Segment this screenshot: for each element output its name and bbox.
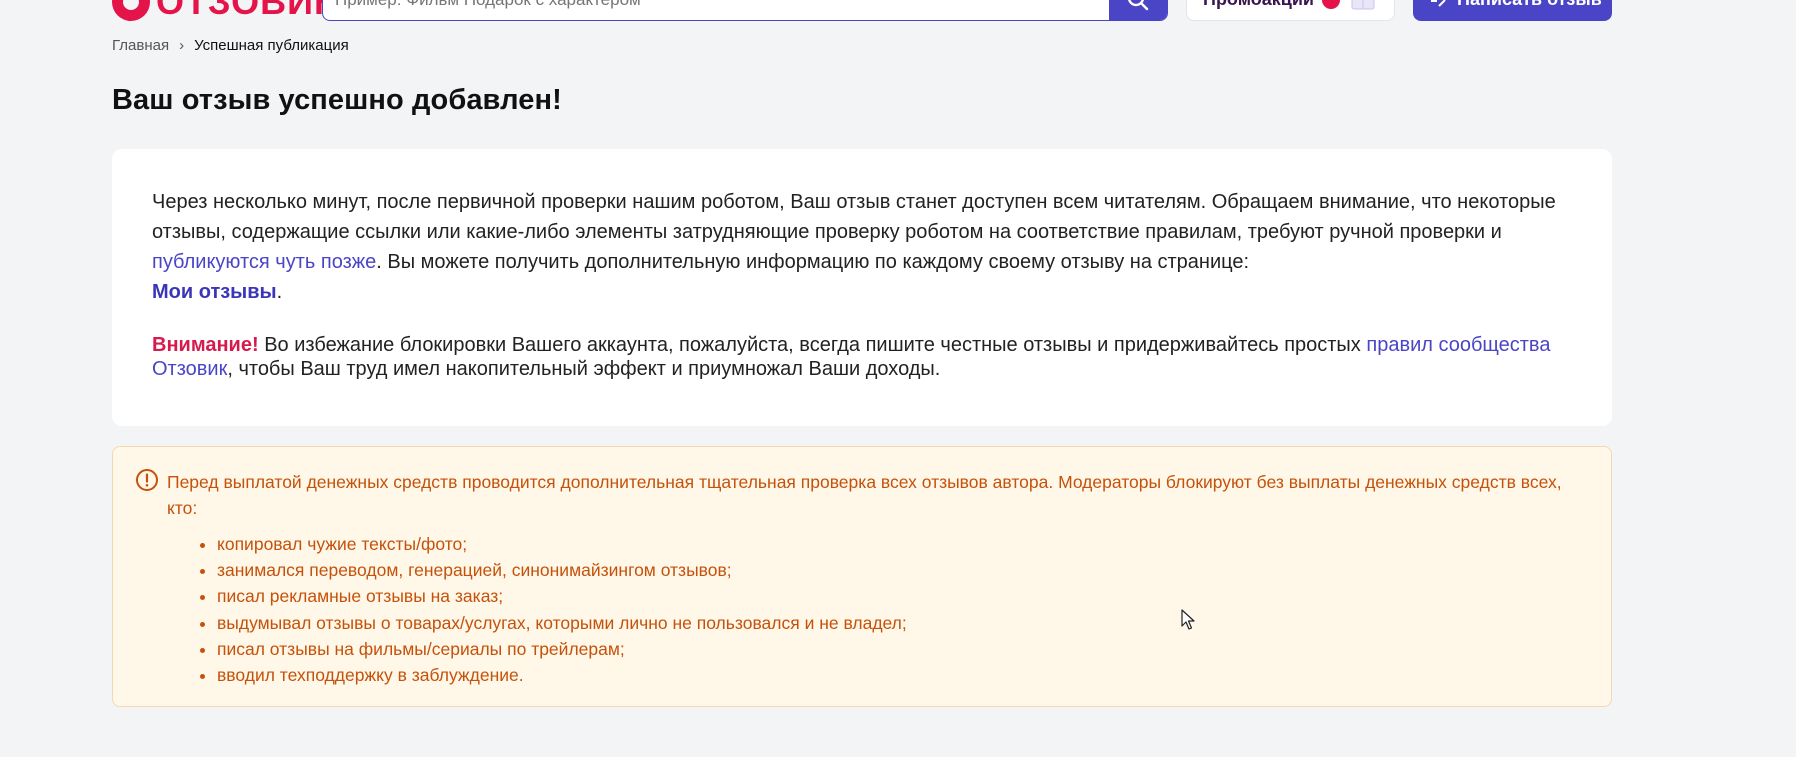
list-item: писал отзывы на фильмы/сериалы по трейле… <box>217 636 1571 662</box>
search-input[interactable] <box>323 0 1109 20</box>
search-icon <box>1128 0 1149 10</box>
search-button[interactable] <box>1109 0 1167 20</box>
info-text-part2: . Вы можете получить дополнительную инфо… <box>376 251 1250 273</box>
publication-info-text: Через несколько минут, после первичной п… <box>152 187 1572 307</box>
notice-text: Перед выплатой денежных средств проводит… <box>167 472 1562 518</box>
write-review-label: Написать отзыв <box>1457 0 1602 10</box>
search-box <box>322 0 1168 21</box>
breadcrumb-home-link[interactable]: Главная <box>112 37 169 54</box>
list-item: вводил техподдержку в заблуждение. <box>217 662 1571 688</box>
list-item: выдумывал отзывы о товарах/услугах, кото… <box>217 610 1571 636</box>
attention-text-part1: Во избежание блокировки Вашего аккаунта,… <box>258 334 1367 356</box>
write-review-button[interactable]: Написать отзыв <box>1413 0 1612 21</box>
logo-mark-icon <box>112 0 150 21</box>
attention-text-part2: , чтобы Ваш труд имел накопительный эффе… <box>227 358 941 380</box>
violations-list: копировал чужие тексты/фото; занимался п… <box>167 531 1571 688</box>
page-title: Ваш отзыв успешно добавлен! <box>112 84 562 116</box>
exclamation-circle-icon <box>136 469 158 491</box>
success-card: Через несколько минут, после первичной п… <box>112 149 1612 426</box>
info-text-part1: Через несколько минут, после первичной п… <box>152 191 1556 243</box>
payout-warning-notice: Перед выплатой денежных средств проводит… <box>112 446 1612 707</box>
list-item: занимался переводом, генерацией, синоним… <box>217 557 1571 583</box>
attention-text: Внимание! Во избежание блокировки Вашего… <box>152 333 1572 381</box>
breadcrumb-current: Успешная публикация <box>194 37 349 54</box>
attention-word: Внимание! <box>152 334 259 356</box>
gift-icon <box>1351 0 1375 9</box>
promo-button[interactable]: Промоакции <box>1186 0 1395 21</box>
list-item: копировал чужие тексты/фото; <box>217 531 1571 557</box>
promo-badge-icon <box>1321 0 1340 9</box>
promo-label: Промоакции <box>1203 0 1314 10</box>
published-later-link[interactable]: публикуются чуть позже <box>152 251 376 273</box>
site-header: ОТЗОВИК Промоакции <box>0 0 1796 22</box>
breadcrumb-separator: › <box>179 37 185 54</box>
site-logo[interactable]: ОТЗОВИК <box>112 0 337 22</box>
logo-text: ОТЗОВИК <box>156 0 337 22</box>
my-reviews-link[interactable]: Мои отзывы <box>152 281 277 303</box>
page: ОТЗОВИК Промоакции <box>0 0 1796 757</box>
info-text-end: . <box>276 281 283 303</box>
list-item: писал рекламные отзывы на заказ; <box>217 583 1571 609</box>
breadcrumb: Главная › Успешная публикация <box>112 37 349 54</box>
mouse-cursor-icon <box>1181 609 1195 630</box>
pencil-list-icon <box>1431 0 1446 7</box>
